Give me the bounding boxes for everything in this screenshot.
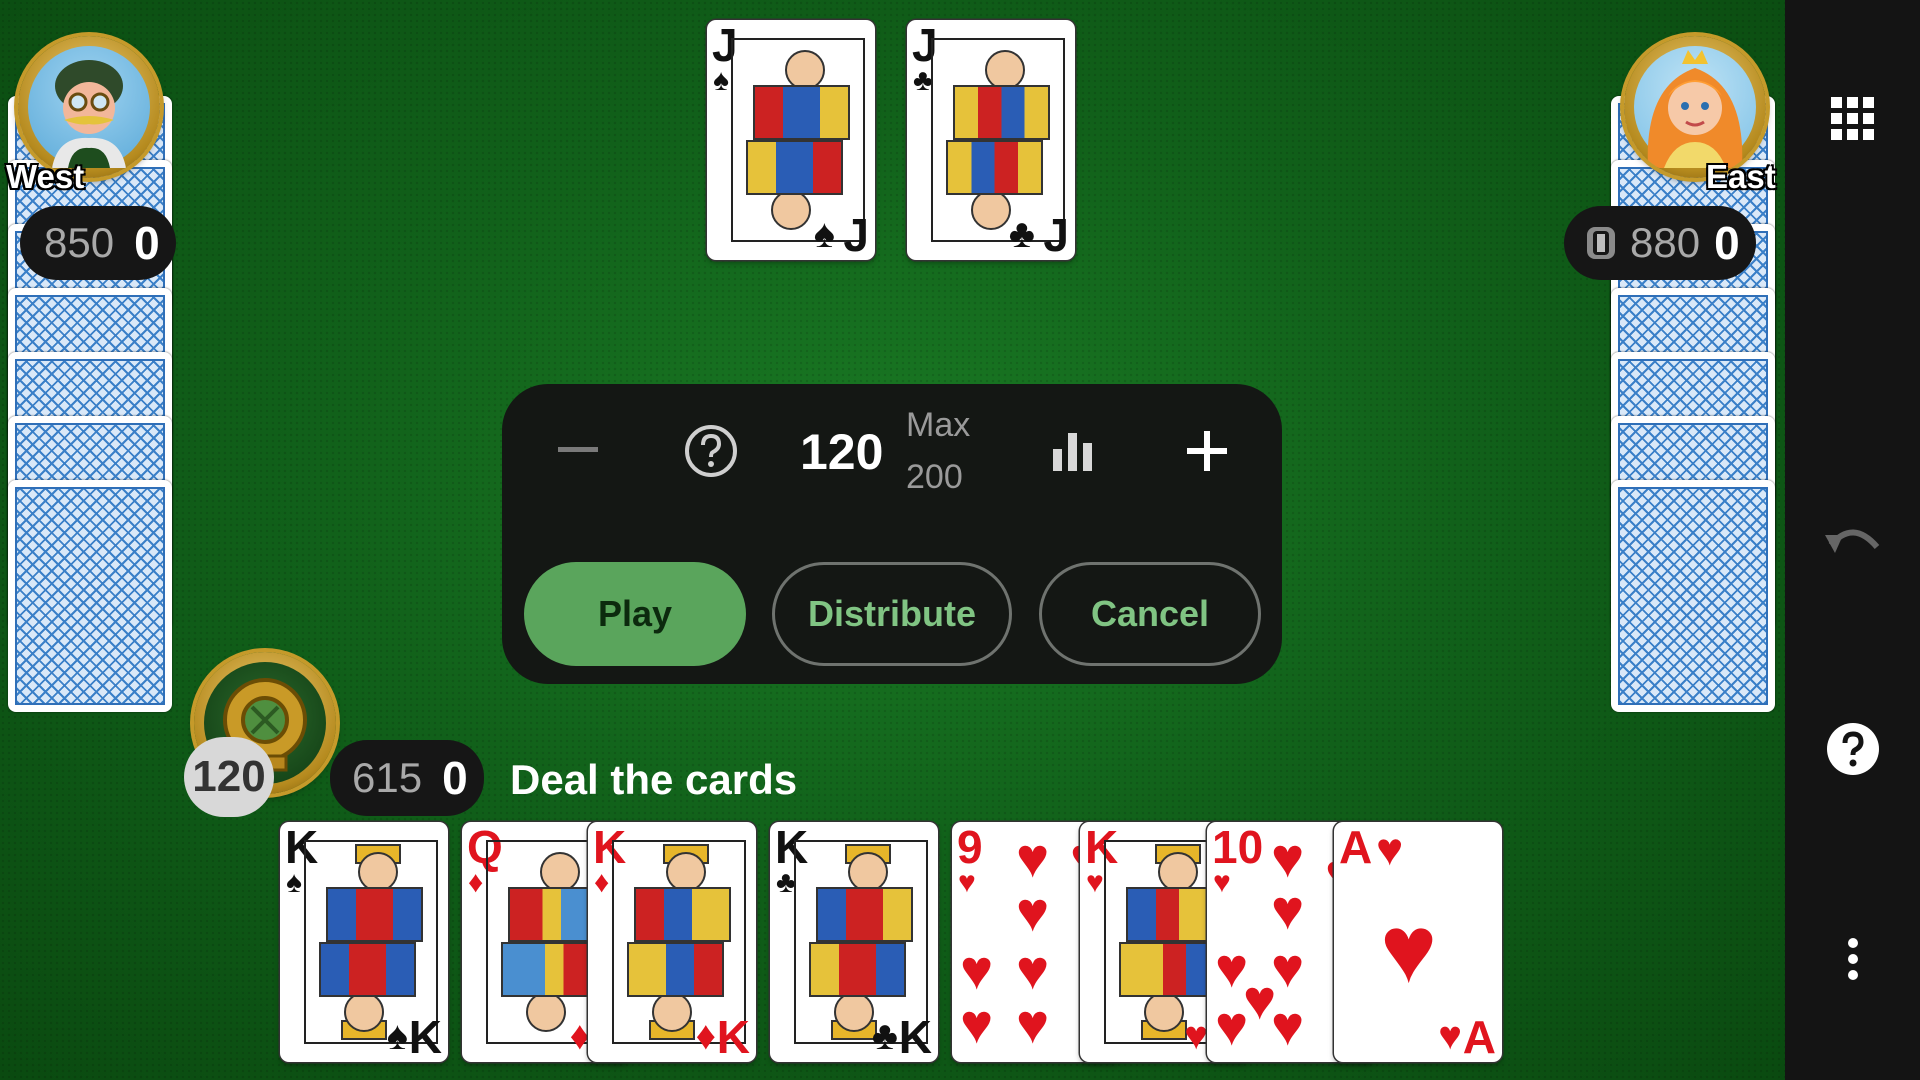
- card-suit-corner: ♦: [695, 1014, 716, 1058]
- undo-button[interactable]: [1785, 494, 1920, 584]
- card-rank-corner: J: [1043, 209, 1069, 260]
- hand-card[interactable]: A ♥ ♥ A ♥: [1334, 822, 1502, 1062]
- card-suit: ♣: [913, 64, 933, 97]
- card-suit: ♥: [1086, 866, 1104, 899]
- heart-pip: ♥: [1271, 878, 1305, 941]
- east-tricks: 0: [1714, 217, 1740, 269]
- help-button[interactable]: [1785, 704, 1920, 794]
- heart-pip: ♥: [1380, 896, 1437, 1003]
- play-button[interactable]: Play: [524, 562, 746, 666]
- south-score: 615 0: [330, 740, 484, 816]
- card-rank: 9: [957, 822, 983, 873]
- heart-pip: ♥: [1271, 994, 1305, 1057]
- west-points: 850: [44, 219, 115, 266]
- card-rank: 10: [1212, 822, 1264, 873]
- undo-icon: [1824, 529, 1879, 553]
- card-rank-corner: K: [716, 1011, 750, 1062]
- west-avatar[interactable]: [18, 36, 160, 178]
- heart-pip: ♥: [960, 938, 994, 1001]
- heart-pip: ♥: [960, 992, 994, 1055]
- heart-pip: ♥: [1016, 938, 1050, 1001]
- max-label: Max: [906, 406, 971, 444]
- aviator-portrait-icon: [52, 60, 126, 168]
- card-suit: ♣: [776, 866, 796, 899]
- bar-chart-icon: [1053, 433, 1092, 471]
- hand-card[interactable]: K ♣ K ♣: [770, 822, 938, 1062]
- card-suit: ♠: [713, 64, 729, 97]
- card-suit: ♥: [1213, 866, 1231, 899]
- help-icon: [1826, 723, 1879, 775]
- card-suit-corner: ♥: [1184, 1014, 1208, 1058]
- minus-icon: [558, 447, 598, 452]
- heart-pip: ♥: [1016, 992, 1050, 1055]
- trick-card: J ♠ J ♠: [707, 20, 875, 260]
- more-vertical-icon: [1847, 938, 1858, 980]
- max-value: 200: [906, 458, 963, 496]
- card-back: [8, 480, 172, 712]
- card-suit-corner: ♠: [813, 212, 835, 256]
- menu-grid-button[interactable]: [1785, 74, 1920, 164]
- card-rank: A: [1339, 822, 1373, 873]
- card-suit: ♦: [594, 866, 610, 899]
- card-suit-corner: ♥: [1438, 1014, 1462, 1058]
- current-bid: 120: [800, 424, 884, 480]
- card-suit: ♠: [286, 866, 302, 899]
- grid-menu-icon: [1830, 97, 1874, 140]
- status-message: Deal the cards: [510, 756, 798, 803]
- increase-bid-button[interactable]: [1176, 420, 1238, 482]
- heart-pip: ♥: [1215, 994, 1249, 1057]
- card-suit: ♥: [1376, 823, 1404, 875]
- card-back: [1611, 480, 1775, 712]
- plus-icon: [1187, 431, 1227, 471]
- princess-portrait-icon: [1647, 50, 1743, 168]
- south-bid-badge: 120: [184, 737, 274, 817]
- decrease-bid-button[interactable]: [548, 420, 608, 480]
- east-points: 880: [1630, 219, 1701, 266]
- card-rank-corner: A: [1462, 1011, 1496, 1062]
- card-rank-corner: K: [898, 1011, 932, 1062]
- card-suit-corner: ♦: [569, 1014, 590, 1058]
- heart-pip: ♥: [1016, 880, 1050, 943]
- heart-pip: ♥: [1016, 826, 1050, 889]
- trick-card: J ♣ J ♣: [907, 20, 1075, 260]
- more-options-button[interactable]: [1785, 914, 1920, 1004]
- card-rank-corner: K: [408, 1011, 442, 1062]
- question-circle-icon: [685, 425, 737, 477]
- card-suit: ♥: [958, 866, 976, 899]
- east-score: 880 0: [1564, 206, 1756, 280]
- west-score: 850 0: [20, 206, 176, 280]
- hand-card[interactable]: K ♠ K ♠: [280, 822, 448, 1062]
- stats-button[interactable]: [1042, 420, 1104, 482]
- card-suit-corner: ♠: [386, 1014, 408, 1058]
- card-rank-corner: J: [843, 209, 869, 260]
- trophy-badge-icon: [1584, 224, 1618, 262]
- east-avatar[interactable]: [1624, 36, 1766, 178]
- card-suit-corner: ♣: [871, 1014, 898, 1058]
- west-name: West: [6, 158, 85, 195]
- east-name: East: [1706, 158, 1776, 195]
- south-points: 615: [352, 754, 423, 801]
- distribute-button[interactable]: Distribute: [772, 562, 1012, 666]
- west-tricks: 0: [134, 217, 160, 269]
- bid-help-button[interactable]: [680, 420, 742, 482]
- card-suit: ♦: [468, 866, 484, 899]
- cancel-button[interactable]: Cancel: [1039, 562, 1261, 666]
- south-tricks: 0: [442, 752, 468, 804]
- hand-card[interactable]: K ♦ K ♦: [588, 822, 756, 1062]
- card-suit-corner: ♣: [1008, 212, 1035, 256]
